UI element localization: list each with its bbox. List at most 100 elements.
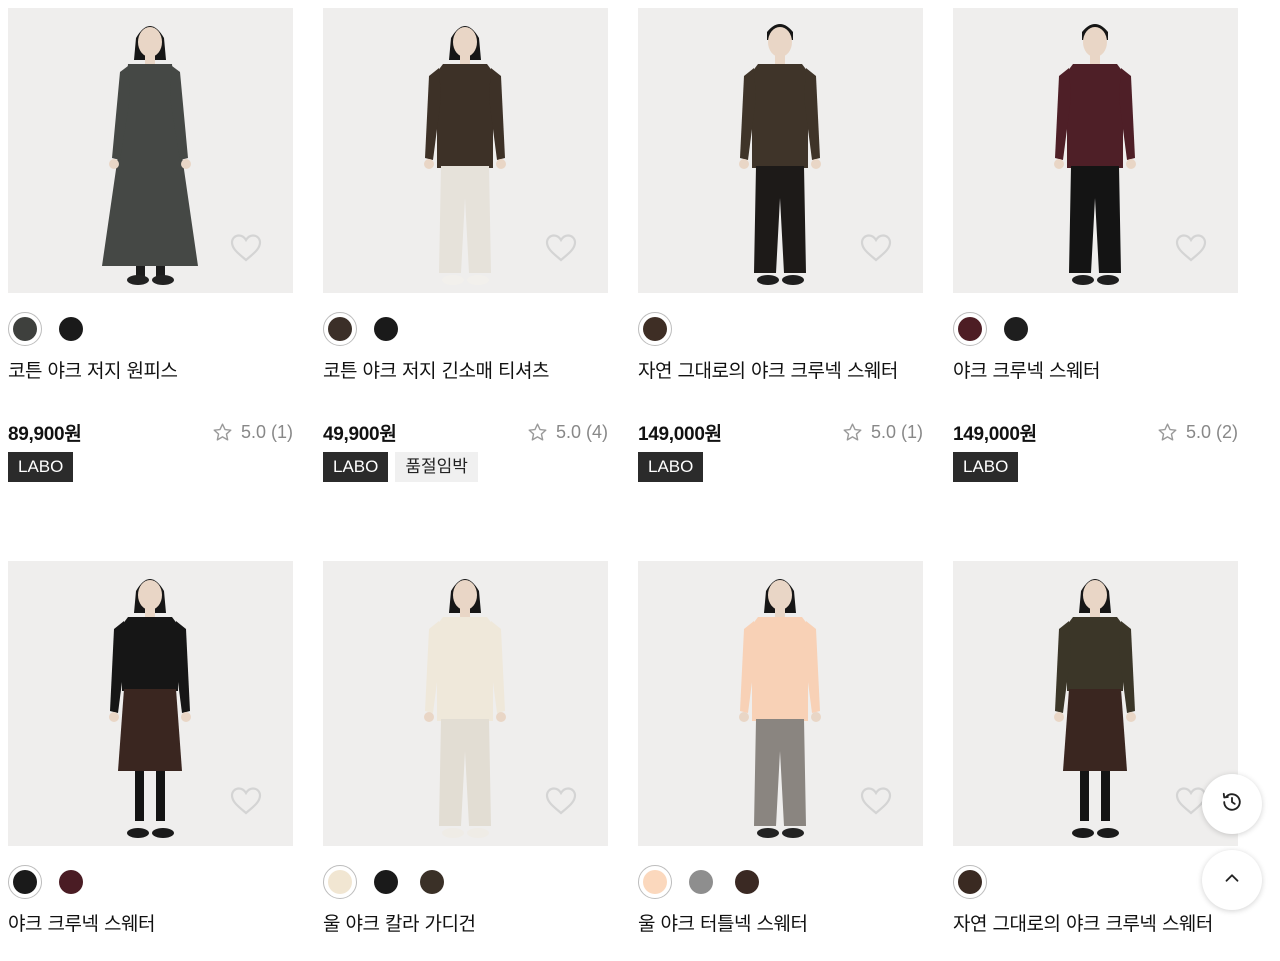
color-chip [958, 317, 982, 341]
heart-icon[interactable] [544, 231, 578, 265]
star-icon [527, 422, 548, 443]
review-count: (1) [271, 421, 293, 442]
color-chip [689, 870, 713, 894]
color-chip [59, 317, 83, 341]
color-swatches [8, 312, 293, 346]
color-swatch[interactable] [369, 865, 403, 899]
color-chip [735, 870, 759, 894]
color-swatches [953, 312, 1238, 346]
color-swatch[interactable] [323, 865, 357, 899]
rating-score: 5.0 [1185, 421, 1211, 442]
product-row-2: 야크 크루넥 스웨터 울 야크 칼라 가디건 울 야크 터틀넥 스웨터 자연 그… [8, 561, 1240, 935]
product-name[interactable]: 코튼 야크 저지 원피스 [8, 360, 293, 382]
product-image[interactable] [8, 561, 293, 846]
product-badges: LABO [953, 452, 1238, 482]
product-card[interactable]: 울 야크 칼라 가디건 [323, 561, 608, 935]
product-card[interactable]: 야크 크루넥 스웨터 149,000원 5.0 (2) LABO [953, 8, 1238, 482]
product-price: 149,000원 [953, 423, 1037, 445]
review-count: (2) [1216, 421, 1238, 442]
color-swatches [638, 865, 923, 899]
heart-icon[interactable] [229, 231, 263, 265]
color-chip [643, 870, 667, 894]
price-rating-row: 149,000원 5.0 (2) [953, 421, 1238, 445]
color-swatch[interactable] [730, 865, 764, 899]
color-chip [420, 870, 444, 894]
product-image[interactable] [323, 8, 608, 293]
color-swatch[interactable] [8, 865, 42, 899]
star-icon [842, 422, 863, 443]
product-name[interactable]: 자연 그대로의 야크 크루넥 스웨터 [638, 360, 923, 382]
product-image[interactable] [638, 561, 923, 846]
color-swatch[interactable] [54, 312, 88, 346]
rating-score: 5.0 [555, 421, 581, 442]
product-card[interactable]: 야크 크루넥 스웨터 [8, 561, 293, 935]
product-badges: LABO [638, 452, 923, 482]
color-swatches [638, 312, 923, 346]
heart-icon[interactable] [229, 784, 263, 818]
product-price: 149,000원 [638, 423, 722, 445]
color-chip [328, 317, 352, 341]
rating-score: 5.0 [870, 421, 896, 442]
color-swatches [323, 312, 608, 346]
product-image[interactable] [638, 8, 923, 293]
color-swatch[interactable] [684, 865, 718, 899]
price-rating-row: 89,900원 5.0 (1) [8, 421, 293, 445]
recently-viewed-button[interactable] [1202, 774, 1262, 834]
product-badges: LABO [8, 452, 293, 482]
color-chip [643, 317, 667, 341]
color-swatch[interactable] [999, 312, 1033, 346]
price-rating-row: 149,000원 5.0 (1) [638, 421, 923, 445]
color-chip [374, 317, 398, 341]
color-swatch[interactable] [415, 865, 449, 899]
product-name[interactable]: 코튼 야크 저지 긴소매 티셔츠 [323, 360, 608, 382]
product-rating: 5.0 (4) [527, 422, 608, 443]
heart-icon[interactable] [544, 784, 578, 818]
color-swatch[interactable] [953, 312, 987, 346]
product-image[interactable] [953, 8, 1238, 293]
heart-icon[interactable] [859, 784, 893, 818]
product-badge: LABO [953, 452, 1019, 482]
color-chip [13, 870, 37, 894]
product-row-1: 코튼 야크 저지 원피스 89,900원 5.0 (1) LABO 코튼 야크 … [8, 8, 1240, 482]
color-chip [1004, 317, 1028, 341]
heart-icon[interactable] [859, 231, 893, 265]
color-chip [374, 870, 398, 894]
heart-icon[interactable] [1174, 231, 1208, 265]
product-name[interactable]: 야크 크루넥 스웨터 [953, 360, 1238, 382]
color-swatch[interactable] [953, 865, 987, 899]
color-swatches [953, 865, 1238, 899]
scroll-to-top-button[interactable] [1202, 850, 1262, 910]
color-swatch[interactable] [638, 312, 672, 346]
product-card[interactable]: 코튼 야크 저지 긴소매 티셔츠 49,900원 5.0 (4) LABO 품절임… [323, 8, 608, 482]
product-badge: LABO [323, 452, 389, 482]
review-count: (1) [901, 421, 923, 442]
product-card[interactable]: 자연 그대로의 야크 크루넥 스웨터 149,000원 5.0 (1) LABO [638, 8, 923, 482]
color-chip [958, 870, 982, 894]
color-swatch[interactable] [323, 312, 357, 346]
product-image[interactable] [323, 561, 608, 846]
product-name[interactable]: 자연 그대로의 야크 크루넥 스웨터 [953, 913, 1238, 935]
product-badge: LABO [638, 452, 704, 482]
rating-score: 5.0 [240, 421, 266, 442]
color-swatch[interactable] [369, 312, 403, 346]
color-swatch[interactable] [54, 865, 88, 899]
product-image[interactable] [953, 561, 1238, 846]
product-badge: LABO [8, 452, 74, 482]
color-swatches [8, 865, 293, 899]
product-image[interactable] [8, 8, 293, 293]
color-swatch[interactable] [8, 312, 42, 346]
product-card[interactable]: 코튼 야크 저지 원피스 89,900원 5.0 (1) LABO [8, 8, 293, 482]
color-chip [328, 870, 352, 894]
star-icon [212, 422, 233, 443]
review-count: (4) [586, 421, 608, 442]
product-card[interactable]: 자연 그대로의 야크 크루넥 스웨터 [953, 561, 1238, 935]
product-rating: 5.0 (1) [212, 422, 293, 443]
product-name[interactable]: 울 야크 터틀넥 스웨터 [638, 913, 923, 935]
product-badges: LABO 품절임박 [323, 452, 608, 482]
product-name[interactable]: 울 야크 칼라 가디건 [323, 913, 608, 935]
product-grid: 코튼 야크 저지 원피스 89,900원 5.0 (1) LABO 코튼 야크 … [8, 8, 1240, 935]
product-card[interactable]: 울 야크 터틀넥 스웨터 [638, 561, 923, 935]
product-name[interactable]: 야크 크루넥 스웨터 [8, 913, 293, 935]
color-swatch[interactable] [638, 865, 672, 899]
color-swatches [323, 865, 608, 899]
